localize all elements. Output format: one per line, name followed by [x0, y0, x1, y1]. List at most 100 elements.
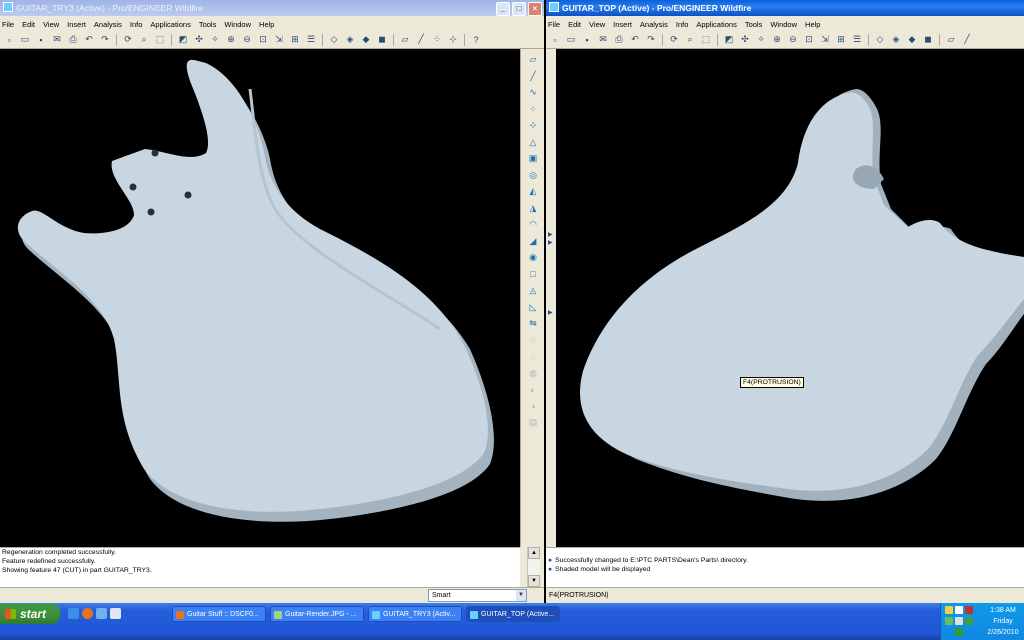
- menu-view[interactable]: View: [589, 20, 605, 29]
- orient-mode-icon[interactable]: ✧: [208, 33, 222, 46]
- find-icon[interactable]: ⌕: [137, 33, 151, 46]
- message-scrollbar[interactable]: ▲ ▼: [527, 547, 540, 587]
- undo-icon[interactable]: ↶: [628, 33, 642, 46]
- context-help-icon[interactable]: ?: [469, 33, 483, 46]
- print-icon[interactable]: ⎙: [612, 33, 626, 46]
- saved-views-icon[interactable]: ⊞: [834, 33, 848, 46]
- zoom-out-icon[interactable]: ⊖: [240, 33, 254, 46]
- wireframe-icon[interactable]: ◇: [873, 33, 887, 46]
- menu-insert[interactable]: Insert: [67, 20, 86, 29]
- shell-tool-icon[interactable]: □: [527, 268, 539, 280]
- tray-volume-icon[interactable]: [955, 617, 963, 625]
- coord-sys-icon[interactable]: ⊹: [446, 33, 460, 46]
- datum-axis-tool-icon[interactable]: ╱: [527, 70, 539, 82]
- redo-icon[interactable]: ↷: [644, 33, 658, 46]
- expand-arrow-icon[interactable]: ▶: [548, 309, 553, 316]
- blend-tool-icon[interactable]: ◮: [527, 202, 539, 214]
- menu-window[interactable]: Window: [224, 20, 251, 29]
- round-tool-icon[interactable]: ◠: [527, 219, 539, 231]
- firefox-icon[interactable]: [82, 608, 93, 619]
- datum-axes-icon[interactable]: ╱: [414, 33, 428, 46]
- tray-app-icon[interactable]: [945, 617, 953, 625]
- datum-point-tool-icon[interactable]: ⁘: [527, 103, 539, 115]
- repaint-icon[interactable]: ◩: [176, 33, 190, 46]
- datum-planes-icon[interactable]: ▱: [398, 33, 412, 46]
- hidden-line-icon[interactable]: ◈: [889, 33, 903, 46]
- datum-points-icon[interactable]: ⁘: [430, 33, 444, 46]
- menu-window[interactable]: Window: [770, 20, 797, 29]
- print-icon[interactable]: ⎙: [66, 33, 80, 46]
- expand-arrow-icon[interactable]: ▶: [548, 231, 553, 238]
- menu-edit[interactable]: Edit: [22, 20, 35, 29]
- reorient-icon[interactable]: ⇲: [272, 33, 286, 46]
- select-box-icon[interactable]: ⬚: [153, 33, 167, 46]
- scroll-down-icon[interactable]: ▼: [528, 575, 540, 587]
- analysis-tool-icon[interactable]: △: [527, 136, 539, 148]
- right-title-bar[interactable]: GUITAR_TOP (Active) - Pro/ENGINEER Wildf…: [546, 0, 1024, 16]
- menu-help[interactable]: Help: [259, 20, 274, 29]
- saved-views-icon[interactable]: ⊞: [288, 33, 302, 46]
- menu-view[interactable]: View: [43, 20, 59, 29]
- undo-icon[interactable]: ↶: [82, 33, 96, 46]
- tray-security-icon[interactable]: [955, 628, 963, 636]
- wireframe-icon[interactable]: ◇: [327, 33, 341, 46]
- tray-update-icon[interactable]: [965, 617, 973, 625]
- hole-tool-icon[interactable]: ◉: [527, 252, 539, 264]
- no-hidden-icon[interactable]: ◆: [359, 33, 373, 46]
- menu-file[interactable]: File: [548, 20, 560, 29]
- save-icon[interactable]: ▪: [34, 33, 48, 46]
- menu-analysis[interactable]: Analysis: [94, 20, 122, 29]
- start-button[interactable]: start: [0, 604, 60, 624]
- datum-axes-icon[interactable]: ╱: [960, 33, 974, 46]
- maximize-button[interactable]: □: [512, 2, 526, 16]
- minimize-button[interactable]: _: [496, 2, 510, 16]
- zoom-in-icon[interactable]: ⊕: [224, 33, 238, 46]
- open-folder-icon[interactable]: ▭: [564, 33, 578, 46]
- menu-info[interactable]: Info: [130, 20, 143, 29]
- spin-center-icon[interactable]: ✣: [738, 33, 752, 46]
- open-folder-icon[interactable]: ▭: [18, 33, 32, 46]
- zoom-out-icon[interactable]: ⊖: [786, 33, 800, 46]
- task-guitar-stuff[interactable]: Guitar Stuff :: DSCF0...: [172, 606, 266, 622]
- datum-curve-tool-icon[interactable]: ∿: [527, 87, 539, 99]
- no-hidden-icon[interactable]: ◆: [905, 33, 919, 46]
- menu-analysis[interactable]: Analysis: [640, 20, 668, 29]
- layers-icon[interactable]: ☰: [304, 33, 318, 46]
- reorient-icon[interactable]: ⇲: [818, 33, 832, 46]
- extrude-tool-icon[interactable]: ▣: [527, 153, 539, 165]
- orient-mode-icon[interactable]: ✧: [754, 33, 768, 46]
- zoom-in-icon[interactable]: ⊕: [770, 33, 784, 46]
- layers-icon[interactable]: ☰: [850, 33, 864, 46]
- menu-insert[interactable]: Insert: [613, 20, 632, 29]
- revolve-tool-icon[interactable]: ◎: [527, 169, 539, 181]
- tray-warning-icon[interactable]: [945, 606, 953, 614]
- selection-filter-dropdown[interactable]: Smart ▼: [428, 589, 527, 602]
- draft-tool-icon[interactable]: ◺: [527, 301, 539, 313]
- tray-antivirus-icon[interactable]: [965, 606, 973, 614]
- select-box-icon[interactable]: ⬚: [699, 33, 713, 46]
- datum-plane-tool-icon[interactable]: ▱: [527, 54, 539, 66]
- close-button[interactable]: ×: [528, 2, 542, 16]
- regenerate-icon[interactable]: ⟳: [121, 33, 135, 46]
- new-file-icon[interactable]: ▫: [548, 33, 562, 46]
- task-guitar-render[interactable]: Guitar-Render.JPG - ...: [270, 606, 364, 622]
- shading-icon[interactable]: ◼: [375, 33, 389, 46]
- menu-info[interactable]: Info: [676, 20, 689, 29]
- spin-center-icon[interactable]: ✣: [192, 33, 206, 46]
- window-switcher-icon[interactable]: [110, 608, 121, 619]
- expand-arrow-icon[interactable]: ▶: [548, 239, 553, 246]
- scroll-up-icon[interactable]: ▲: [528, 547, 540, 559]
- left-graphics-window[interactable]: [0, 49, 520, 547]
- menu-file[interactable]: File: [2, 20, 14, 29]
- mirror-tool-icon[interactable]: ⇋: [527, 318, 539, 330]
- regenerate-icon[interactable]: ⟳: [667, 33, 681, 46]
- guitar-body-model-right[interactable]: [556, 49, 1024, 547]
- menu-tools[interactable]: Tools: [199, 20, 217, 29]
- find-icon[interactable]: ⌕: [683, 33, 697, 46]
- refit-icon[interactable]: ⊡: [256, 33, 270, 46]
- refit-icon[interactable]: ⊡: [802, 33, 816, 46]
- redo-icon[interactable]: ↷: [98, 33, 112, 46]
- left-title-bar[interactable]: GUITAR_TRY3 (Active) - Pro/ENGINEER Wild…: [0, 0, 544, 16]
- menu-applications[interactable]: Applications: [696, 20, 736, 29]
- save-icon[interactable]: ▪: [580, 33, 594, 46]
